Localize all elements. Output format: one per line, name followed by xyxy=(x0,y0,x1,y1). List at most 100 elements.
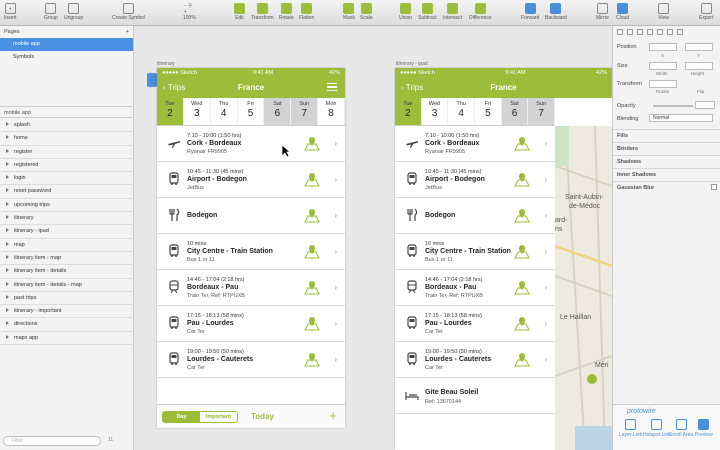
scale-button[interactable]: Scale xyxy=(360,3,373,21)
map-view[interactable]: Saint-Aubin-de-Médoc ard-ns Le Haillan Méri xyxy=(555,126,612,450)
itinerary-item[interactable]: 7:10 - 10:00 (1:50 hrs) Cork - Bordeaux Ry… xyxy=(157,126,345,162)
layer-item[interactable]: home xyxy=(0,132,134,146)
layer-item[interactable]: maps app xyxy=(0,332,134,346)
inner-shadows-section[interactable]: Inner Shadows xyxy=(613,168,720,180)
day-tab[interactable]: Tue 2 xyxy=(157,98,184,125)
layer-item[interactable]: map xyxy=(0,239,134,252)
layer-item[interactable]: itinerary - ipad xyxy=(0,225,134,239)
zoom-control[interactable]: − ⚲ +100% xyxy=(183,3,196,22)
day-tab[interactable]: Wed 3 xyxy=(184,98,211,125)
distribute-icon[interactable] xyxy=(677,29,683,35)
day-tab[interactable]: Sat 6 xyxy=(501,98,529,125)
layer-item[interactable]: login xyxy=(0,172,134,186)
view-button[interactable]: View xyxy=(658,3,669,21)
blending-select[interactable]: Normal xyxy=(649,114,713,122)
disclosure-triangle-icon[interactable] xyxy=(6,308,9,313)
artboard-label-itinerary[interactable]: itinerary xyxy=(157,61,175,67)
opacity-slider[interactable] xyxy=(653,105,693,107)
y-field[interactable] xyxy=(685,43,713,51)
layer-link-button[interactable]: Layer Link xyxy=(619,419,642,438)
layer-item[interactable]: register xyxy=(0,146,134,159)
insert-button[interactable]: + Insert xyxy=(4,3,17,21)
today-button[interactable]: Today xyxy=(251,412,274,421)
map-pin-icon[interactable] xyxy=(303,280,321,298)
layer-item[interactable]: itinerary - important xyxy=(0,305,134,319)
map-pin-icon[interactable] xyxy=(303,244,321,262)
disclosure-triangle-icon[interactable] xyxy=(6,122,9,126)
disclosure-triangle-icon[interactable] xyxy=(6,135,9,140)
align-left-icon[interactable] xyxy=(617,29,623,35)
artboard-itinerary-ipad[interactable]: ●●●●● Sketch 9:41 AM 42% ‹ Trips France Tue 2 W… xyxy=(395,68,612,450)
align-top-icon[interactable] xyxy=(647,29,653,35)
important-segment[interactable]: Important xyxy=(200,412,237,422)
hotspot-link-button[interactable]: Hotspot Link xyxy=(643,419,671,438)
map-pin-icon[interactable] xyxy=(303,172,321,190)
filter-input[interactable]: Filter xyxy=(3,436,101,446)
disclosure-triangle-icon[interactable] xyxy=(6,228,9,233)
day-tab[interactable]: Fri 5 xyxy=(475,98,502,125)
layer-item[interactable]: registered xyxy=(0,159,134,173)
add-page-icon[interactable]: + xyxy=(126,29,129,35)
day-tab[interactable]: Thu 4 xyxy=(448,98,476,125)
create-symbol-button[interactable]: Create Symbol xyxy=(112,3,145,21)
menu-icon[interactable] xyxy=(327,83,337,93)
day-tab[interactable]: Sun 7 xyxy=(528,98,556,125)
map-pin-icon[interactable] xyxy=(513,352,531,370)
map-pin-icon[interactable] xyxy=(513,280,531,298)
day-tab[interactable]: Thu 4 xyxy=(211,98,238,125)
disclosure-triangle-icon[interactable] xyxy=(6,175,9,180)
align-middle-icon[interactable] xyxy=(657,29,663,35)
gaussian-blur-checkbox[interactable] xyxy=(711,184,717,190)
page-item-symbols[interactable]: Symbols xyxy=(0,51,133,64)
cloud-button[interactable]: Cloud xyxy=(616,3,629,21)
align-center-icon[interactable] xyxy=(627,29,633,35)
itinerary-item[interactable]: Bodegon › xyxy=(395,198,555,234)
mirror-button[interactable]: Mirror xyxy=(596,3,609,21)
map-pin-icon[interactable] xyxy=(303,352,321,370)
align-bottom-icon[interactable] xyxy=(667,29,673,35)
disclosure-triangle-icon[interactable] xyxy=(6,294,9,299)
disclosure-triangle-icon[interactable] xyxy=(6,188,9,193)
disclosure-triangle-icon[interactable] xyxy=(6,215,9,220)
layer-item[interactable]: reset password xyxy=(0,185,134,199)
opacity-field[interactable] xyxy=(695,101,715,109)
map-pin-icon[interactable] xyxy=(513,172,531,190)
height-field[interactable] xyxy=(685,62,713,70)
itinerary-item[interactable]: 10:45 - 11:30 (45 mins) Airport - Bodegon… xyxy=(395,162,555,198)
canvas[interactable]: itinerary itinerary - ipad ●●●●● Sketch 9… xyxy=(134,26,612,450)
forward-button[interactable]: Forward xyxy=(521,3,539,21)
day-tab[interactable]: Mon 8 xyxy=(318,98,345,125)
itinerary-item[interactable]: Gite Beau Soleil Ref: 13670144 xyxy=(395,378,555,414)
page-item-mobile-app[interactable]: mobile app xyxy=(0,38,133,51)
disclosure-triangle-icon[interactable] xyxy=(6,321,9,326)
layer-item[interactable]: splash xyxy=(0,119,134,133)
transform-button[interactable]: Transform xyxy=(251,3,274,21)
width-field[interactable] xyxy=(649,62,677,70)
mask-button[interactable]: Mask xyxy=(343,3,355,21)
itinerary-item[interactable]: 10 mins City Centre - Train Station Bus 1 … xyxy=(395,234,555,270)
itinerary-item[interactable]: 19:00 - 19:50 (50 mins) Lourdes - Cautere… xyxy=(395,342,555,378)
day-important-toggle[interactable]: Day Important xyxy=(162,411,238,423)
layer-item[interactable]: upcoming trips xyxy=(0,199,134,213)
map-pin-icon[interactable] xyxy=(303,208,321,226)
itinerary-item[interactable]: 14:46 - 17:04 (2:18 hrs) Bordeaux - Pau Tr… xyxy=(395,270,555,306)
add-icon[interactable]: + xyxy=(329,408,337,423)
fills-section[interactable]: Fills xyxy=(613,129,720,141)
union-button[interactable]: Union xyxy=(399,3,412,21)
layer-item[interactable]: itinerary item - details - map xyxy=(0,279,134,292)
map-pin-icon[interactable] xyxy=(303,316,321,334)
intersect-button[interactable]: Intersect xyxy=(443,3,462,21)
disclosure-triangle-icon[interactable] xyxy=(6,201,9,206)
day-tab[interactable]: Fri 5 xyxy=(238,98,265,125)
preview-button[interactable]: Preview xyxy=(695,419,713,438)
flatten-button[interactable]: Flatten xyxy=(299,3,314,21)
day-tab[interactable]: Sat 6 xyxy=(264,98,292,125)
subtract-button[interactable]: Subtract xyxy=(418,3,437,21)
layer-item[interactable]: itinerary xyxy=(0,212,134,226)
gaussian-blur-section[interactable]: Gaussian Blur xyxy=(613,181,720,193)
map-pin-icon[interactable] xyxy=(513,316,531,334)
align-right-icon[interactable] xyxy=(637,29,643,35)
scroll-area-button[interactable]: Scroll Area xyxy=(669,419,693,438)
disclosure-triangle-icon[interactable] xyxy=(6,281,9,286)
map-pin-icon[interactable] xyxy=(513,136,531,154)
